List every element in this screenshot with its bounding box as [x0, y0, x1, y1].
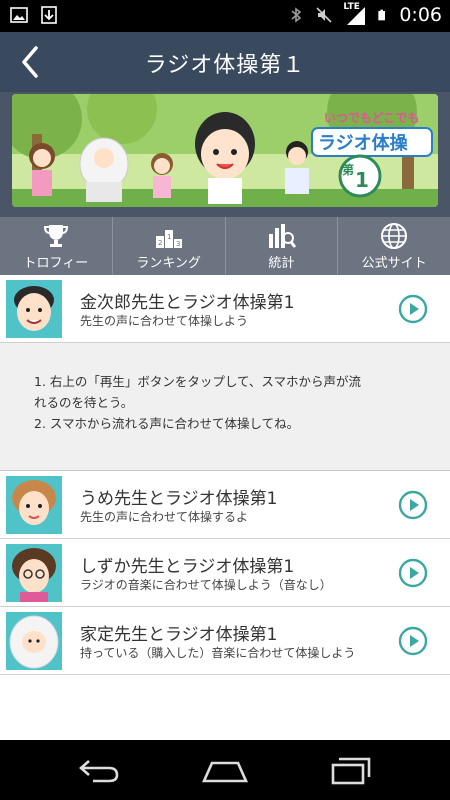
- banner-illustration: いつでもどこでも ラジオ体操 第 1: [12, 94, 438, 207]
- toolbar-stats[interactable]: 統計: [226, 217, 339, 275]
- svg-text:ラジオ体操: ラジオ体操: [318, 132, 409, 154]
- list-item-title: うめ先生とラジオ体操第1: [80, 489, 278, 509]
- battery-icon: [378, 9, 386, 21]
- svg-text:3: 3: [176, 240, 180, 248]
- nav-recents-button[interactable]: [325, 755, 375, 785]
- feature-toolbar: トロフィー 213 ランキング 統計 公式サイト: [0, 217, 450, 275]
- play-circle-icon: [398, 626, 428, 656]
- toolbar-label: 公式サイト: [361, 256, 427, 271]
- list-item[interactable]: しずか先生とラジオ体操第1 ラジオの音楽に合わせて体操しよう（音なし）: [0, 539, 450, 607]
- svg-text:1: 1: [167, 233, 171, 241]
- system-nav-bar: [0, 740, 450, 800]
- lesson-list: 金次郎先生とラジオ体操第1 先生の声に合わせて体操しよう 1. 右上の「再生」ボ…: [0, 275, 450, 675]
- recent-apps-icon: [331, 757, 371, 785]
- toolbar-official-site[interactable]: 公式サイト: [338, 217, 450, 275]
- svg-text:第: 第: [342, 162, 354, 177]
- list-item[interactable]: 家定先生とラジオ体操第1 持っている（購入した）音楽に合わせて体操しよう: [0, 607, 450, 675]
- toolbar-label: トロフィー: [23, 256, 89, 271]
- play-button[interactable]: [398, 626, 428, 656]
- stats-search-icon: [269, 224, 297, 248]
- list-item-title: 家定先生とラジオ体操第1: [80, 625, 278, 645]
- mute-icon: [316, 7, 332, 23]
- image-notification-icon: [10, 7, 28, 23]
- list-item-subtitle: ラジオの音楽に合わせて体操しよう（音なし）: [80, 578, 332, 592]
- lte-signal-icon: LTE: [343, 2, 367, 26]
- download-notification-icon: [41, 6, 57, 24]
- status-bar: LTE 0:06: [0, 0, 450, 32]
- list-item[interactable]: うめ先生とラジオ体操第1 先生の声に合わせて体操するよ: [0, 471, 450, 539]
- globe-icon: [381, 223, 408, 249]
- bluetooth-icon: [291, 7, 302, 23]
- avatar-shizuka: [6, 544, 62, 602]
- avatar-kinjiro: [6, 280, 62, 338]
- svg-text:2: 2: [158, 239, 162, 247]
- avatar-iesada: [6, 612, 62, 670]
- instruction-line-1: 1. 右上の「再生」ボタンをタップして、スマホから声が流: [34, 374, 362, 389]
- list-item-subtitle: 先生の声に合わせて体操するよ: [80, 510, 249, 524]
- list-item-title: 金次郎先生とラジオ体操第1: [80, 293, 295, 313]
- toolbar-trophy[interactable]: トロフィー: [0, 217, 113, 275]
- play-circle-icon: [398, 490, 428, 520]
- list-item-subtitle: 先生の声に合わせて体操しよう: [80, 314, 249, 328]
- banner: いつでもどこでも ラジオ体操 第 1: [0, 92, 450, 217]
- character-white-grandpa: [79, 137, 129, 202]
- page-title: ラジオ体操第１: [144, 53, 306, 78]
- toolbar-label: 統計: [268, 256, 295, 271]
- play-circle-icon: [398, 294, 428, 324]
- trophy-icon: [43, 225, 68, 247]
- avatar-ume: [6, 476, 62, 534]
- clock: 0:06: [399, 4, 442, 26]
- back-arrow-icon: [79, 760, 119, 783]
- svg-text:1: 1: [355, 168, 369, 192]
- nav-back-button[interactable]: [75, 755, 125, 785]
- ranking-podium-icon: 213: [155, 230, 182, 248]
- list-item-title: しずか先生とラジオ体操第1: [80, 557, 295, 577]
- home-icon: [201, 761, 249, 783]
- toolbar-label: ランキング: [136, 256, 201, 271]
- instructions-panel: 1. 右上の「再生」ボタンをタップして、スマホから声が流 れるのを待とう。 2.…: [0, 343, 450, 471]
- app-bar: ラジオ体操第１: [0, 32, 450, 92]
- instruction-line-1-cont: れるのを待とう。: [34, 395, 134, 410]
- play-button[interactable]: [398, 490, 428, 520]
- list-item[interactable]: 金次郎先生とラジオ体操第1 先生の声に合わせて体操しよう: [0, 275, 450, 343]
- svg-text:いつでもどこでも: いつでもどこでも: [324, 111, 419, 125]
- play-button[interactable]: [398, 558, 428, 588]
- play-circle-icon: [398, 558, 428, 588]
- instruction-line-2: 2. スマホから流れる声に合わせて体操してね。: [34, 416, 300, 431]
- toolbar-ranking[interactable]: 213 ランキング: [113, 217, 226, 275]
- list-item-subtitle: 持っている（購入した）音楽に合わせて体操しよう: [80, 646, 356, 660]
- nav-home-button[interactable]: [200, 755, 250, 785]
- play-button[interactable]: [398, 294, 428, 324]
